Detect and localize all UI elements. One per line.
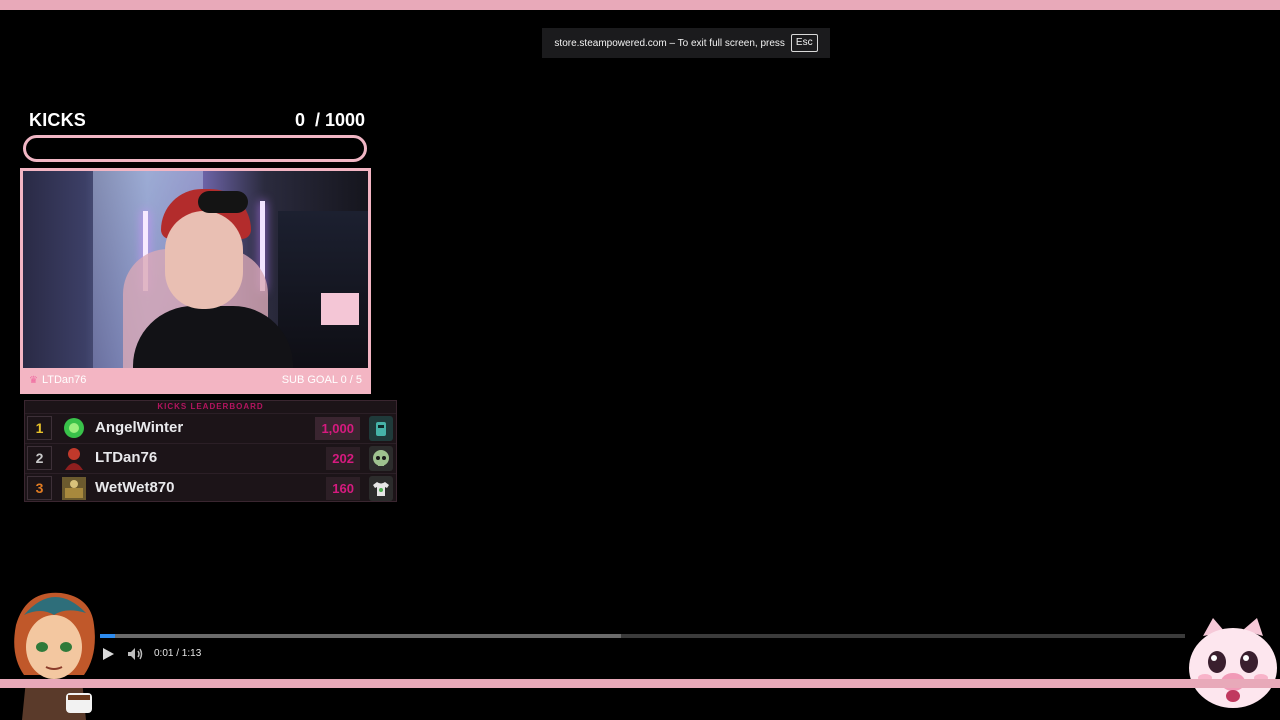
webcam-desk-shelf — [278, 211, 368, 368]
video-played-range — [100, 634, 116, 638]
webcam-feed — [23, 171, 368, 368]
skull-badge-icon — [369, 446, 393, 471]
kicks-goal-label: KICKS — [29, 110, 87, 130]
streamer-face — [165, 211, 243, 309]
streamer-hair-bow — [198, 191, 248, 213]
leaderboard-row: 1 AngelWinter 1,000 — [25, 413, 396, 442]
fullscreen-notice-text: store.steampowered.com – To exit full sc… — [554, 37, 785, 49]
leaderboard-amount: 202 — [326, 447, 360, 470]
webcam-info-strip: ♛ LTDan76 SUB GOAL 0 / 5 — [23, 368, 368, 391]
video-buffered-range — [100, 634, 621, 638]
kicks-goal-progress-bar — [23, 135, 367, 162]
kicks-leaderboard: KICKS LEADERBOARD 1 AngelWinter 1,000 2 … — [24, 400, 397, 502]
fullscreen-notice: store.steampowered.com – To exit full sc… — [542, 28, 830, 58]
bottom-accent-bar — [0, 679, 1280, 688]
leaderboard-row: 3 WetWet870 160 — [25, 473, 396, 502]
leaderboard-rank: 2 — [27, 446, 52, 470]
volume-icon[interactable] — [127, 647, 144, 661]
leaderboard-title: KICKS LEADERBOARD — [157, 402, 264, 411]
leaderboard-name: LTDan76 — [95, 449, 158, 466]
green-orb-avatar-icon — [61, 416, 87, 441]
crown-icon: ♛ — [29, 374, 38, 386]
leaderboard-name: WetWet870 — [95, 479, 175, 496]
channel-name-label: ♛ LTDan76 — [29, 374, 86, 386]
leaderboard-name: AngelWinter — [95, 419, 184, 436]
mascot-pink-pig — [1183, 616, 1280, 720]
top-accent-bar — [0, 0, 1280, 10]
video-seek-bar[interactable] — [100, 634, 1185, 638]
red-figure-avatar-icon — [61, 446, 87, 471]
robot-badge-icon — [369, 416, 393, 441]
esc-key-hint: Esc — [790, 34, 818, 52]
mascot-girl-with-coffee — [6, 585, 102, 720]
leaderboard-rank: 3 — [27, 476, 52, 500]
leaderboard-row: 2 LTDan76 202 — [25, 443, 396, 472]
webcam-wall-sign — [321, 293, 359, 325]
leaderboard-amount: 160 — [326, 477, 360, 500]
kicks-goal-count: 0 / 1000 — [294, 110, 365, 130]
channel-name: LTDan76 — [41, 373, 87, 386]
play-button-icon[interactable] — [100, 646, 116, 662]
sub-goal-label: SUB GOAL 0 / 5 — [281, 373, 362, 386]
leaderboard-rank: 1 — [27, 416, 52, 440]
tshirt-badge-icon — [369, 476, 393, 501]
webcam-frame: ♛ LTDan76 SUB GOAL 0 / 5 — [20, 168, 371, 394]
game-cover-avatar-icon — [61, 476, 87, 501]
video-time-readout: 0:01 / 1:13 — [154, 648, 202, 659]
leaderboard-amount: 1,000 — [315, 417, 360, 440]
